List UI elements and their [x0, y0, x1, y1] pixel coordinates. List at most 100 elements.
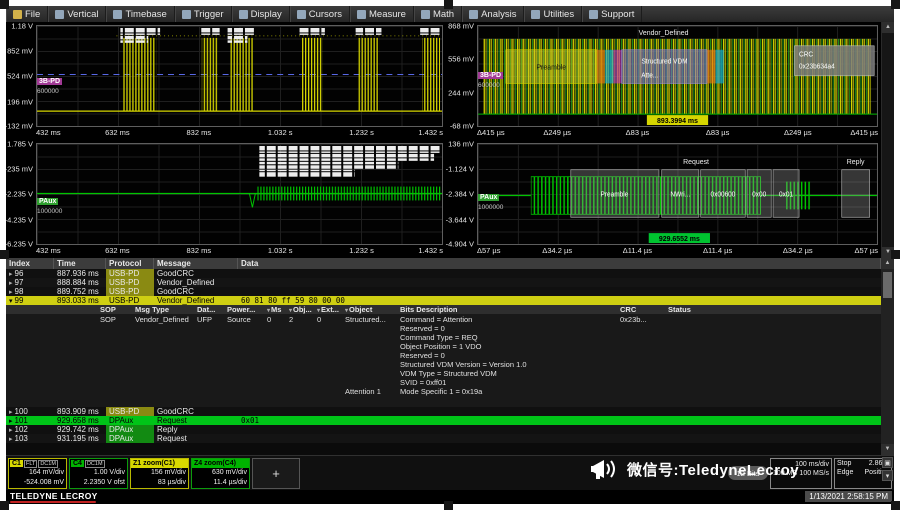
col-header-protocol[interactable]: Protocol	[106, 258, 154, 269]
expander-icon[interactable]: ▸	[9, 436, 13, 443]
selection-handle[interactable]	[0, 0, 9, 9]
selection-handle[interactable]	[891, 0, 900, 9]
col-header-index[interactable]: Index	[6, 258, 54, 269]
menu-item-analysis[interactable]: Analysis	[462, 6, 524, 22]
table-scrollbar[interactable]: ▲ ▼	[881, 258, 894, 455]
vdm-field-label: Structured VDM	[641, 58, 688, 65]
menu-item-vertical[interactable]: Vertical	[48, 6, 106, 22]
selection-handle[interactable]	[891, 250, 900, 259]
zoom-timestamp: 929.6552 ms	[659, 234, 700, 243]
menu-item-utilities[interactable]: Utilities	[524, 6, 582, 22]
x-tick-label: 432 ms	[36, 128, 61, 137]
trigger-icon	[182, 10, 191, 19]
display-icon	[239, 10, 248, 19]
y-tick-label: -235 mV	[6, 164, 33, 173]
grid-dpaux[interactable]	[36, 143, 443, 245]
selection-handle[interactable]	[0, 250, 9, 259]
descriptor-z1[interactable]: Z1 zoom(C1) 156 mV/div 83 µs/div	[130, 458, 189, 489]
detail-data-role: UFP	[197, 315, 227, 324]
detail-power-role: Source	[227, 315, 267, 324]
expander-icon[interactable]: ▸	[9, 280, 13, 287]
teledyne-lecroy-logo: TELEDYNE LECROY	[10, 491, 98, 501]
datetime-display: 1/13/2021 2:58:15 PM	[805, 491, 892, 502]
megaphone-icon	[590, 456, 620, 482]
y-axis: 1.18 V 852 mV 524 mV 196 mV -132 mV	[6, 25, 35, 127]
preamble-field-label: Preamble	[536, 62, 566, 71]
table-row-selected[interactable]: ▾99 893.033 ms USB-PD Vendor_Defined 60 …	[6, 296, 881, 305]
menu-item-file[interactable]: File	[6, 6, 48, 22]
x-tick-label: 1.232 s	[349, 128, 374, 137]
col-header-message[interactable]: Message	[154, 258, 238, 269]
vdm-field-label2: Atte...	[641, 72, 658, 79]
c1-trace	[37, 26, 442, 126]
grid-usbpd-zoom[interactable]: Vendor_Defined Preamble Structured VDM A…	[477, 25, 878, 127]
waveform-panel-usbpd-zoom: 868 mV 556 mV 244 mV -68 mV Vendor_Defin…	[447, 22, 881, 140]
measure-icon	[357, 10, 366, 19]
oscilloscope-app: File Vertical Timebase Trigger Display C…	[6, 6, 894, 504]
scroll-up-icon[interactable]: ▲	[881, 258, 894, 269]
table-row[interactable]: ▸102 929.742 ms DPAux Reply	[6, 425, 881, 434]
vertical-icon	[55, 10, 64, 19]
descriptor-c1[interactable]: C1 FLT DC1M 164 mV/div -524.008 mV	[8, 458, 67, 489]
expander-icon[interactable]: ▸	[9, 427, 13, 434]
decoded-message-label: Vendor_Defined	[639, 28, 689, 37]
screen-capture-icon[interactable]: ▣	[882, 457, 893, 468]
selection-handle[interactable]	[0, 501, 9, 510]
x-axis: 432 ms 632 ms 832 ms 1.032 s 1.232 s 1.4…	[36, 246, 443, 257]
menu-item-trigger[interactable]: Trigger	[175, 6, 232, 22]
menu-item-display[interactable]: Display	[232, 6, 290, 22]
collapse-panel-icon[interactable]: ▾	[882, 470, 893, 481]
scroll-down-icon[interactable]: ▼	[881, 444, 894, 455]
byte0-field-value: 0x00	[752, 191, 766, 198]
trigger-mode: Stop	[837, 459, 851, 468]
selection-handle[interactable]	[444, 0, 453, 9]
timebase-icon	[113, 10, 122, 19]
protocol-badge: DPAux	[106, 434, 154, 443]
y-axis: 868 mV 556 mV 244 mV -68 mV	[447, 25, 476, 127]
y-tick-label: 1.785 V	[7, 140, 33, 149]
selection-handle[interactable]	[444, 501, 453, 510]
x-tick-label: 1.232 s	[349, 246, 374, 255]
menu-item-measure[interactable]: Measure	[350, 6, 414, 22]
expander-icon[interactable]: ▸	[9, 271, 13, 278]
menu-item-math[interactable]: Math	[414, 6, 462, 22]
menu-item-timebase[interactable]: Timebase	[106, 6, 174, 22]
coupling-badge: DC1M	[38, 460, 58, 468]
filter-caret-icon[interactable]: ▾	[267, 308, 270, 314]
col-header-data[interactable]: Data	[238, 258, 881, 269]
add-trace-button[interactable]: +	[252, 458, 300, 489]
selection-handle[interactable]	[891, 501, 900, 510]
table-row[interactable]: ▸97 888.884 ms USB-PD Vendor_Defined	[6, 278, 881, 287]
table-row[interactable]: ▸103 931.195 ms DPAux Request	[6, 434, 881, 443]
expander-icon[interactable]: ▸	[9, 289, 13, 296]
descriptor-z4[interactable]: Z4 zoom(C4) 630 mV/div 11.4 µs/div	[191, 458, 250, 489]
grid-usbpd[interactable]	[36, 25, 443, 127]
scroll-up-icon[interactable]: ▲	[882, 22, 894, 33]
y-tick-label: -2.384 V	[446, 190, 474, 199]
watermark-text: 微信号:TeledyneLecroy	[627, 459, 799, 480]
table-row[interactable]: ▸100 893.909 ms USB-PD GoodCRC	[6, 407, 881, 416]
table-row[interactable]: ▸96 887.936 ms USB-PD GoodCRC	[6, 269, 881, 278]
x-tick-label: Δ34.2 µs	[542, 246, 572, 255]
col-header-time[interactable]: Time	[54, 258, 106, 269]
grid-dpaux-zoom[interactable]: Request Reply Preamble NWri... 0x00600 0…	[477, 143, 878, 245]
x-tick-label: 1.032 s	[268, 246, 293, 255]
file-icon	[13, 10, 22, 19]
x-tick-label: Δ11.4 µs	[623, 246, 652, 255]
x-tick-label: Δ249 µs	[784, 128, 812, 137]
x-tick-label: Δ34.2 µs	[783, 246, 813, 255]
request-label: Request	[683, 157, 709, 166]
detail-object-2: Attention 1	[345, 387, 400, 396]
filter-caret-icon[interactable]: ▾	[289, 308, 292, 314]
expanded-icon[interactable]: ▾	[9, 298, 13, 305]
expander-icon[interactable]: ▸	[9, 409, 13, 416]
menu-item-cursors[interactable]: Cursors	[290, 6, 350, 22]
descriptor-c4[interactable]: C4 DC1M 1.00 V/div 2.2350 V ofst	[69, 458, 128, 489]
expander-icon[interactable]: ▸	[9, 418, 13, 425]
scrollbar-thumb[interactable]	[883, 272, 892, 298]
table-row[interactable]: ▸98 889.752 ms USB-PD GoodCRC	[6, 287, 881, 296]
menu-item-support[interactable]: Support	[582, 6, 642, 22]
filter-caret-icon[interactable]: ▾	[317, 308, 320, 314]
filter-caret-icon[interactable]: ▾	[345, 308, 348, 314]
table-row-selected[interactable]: ▸101 929.658 ms DPAux Request 0x01	[6, 416, 881, 425]
